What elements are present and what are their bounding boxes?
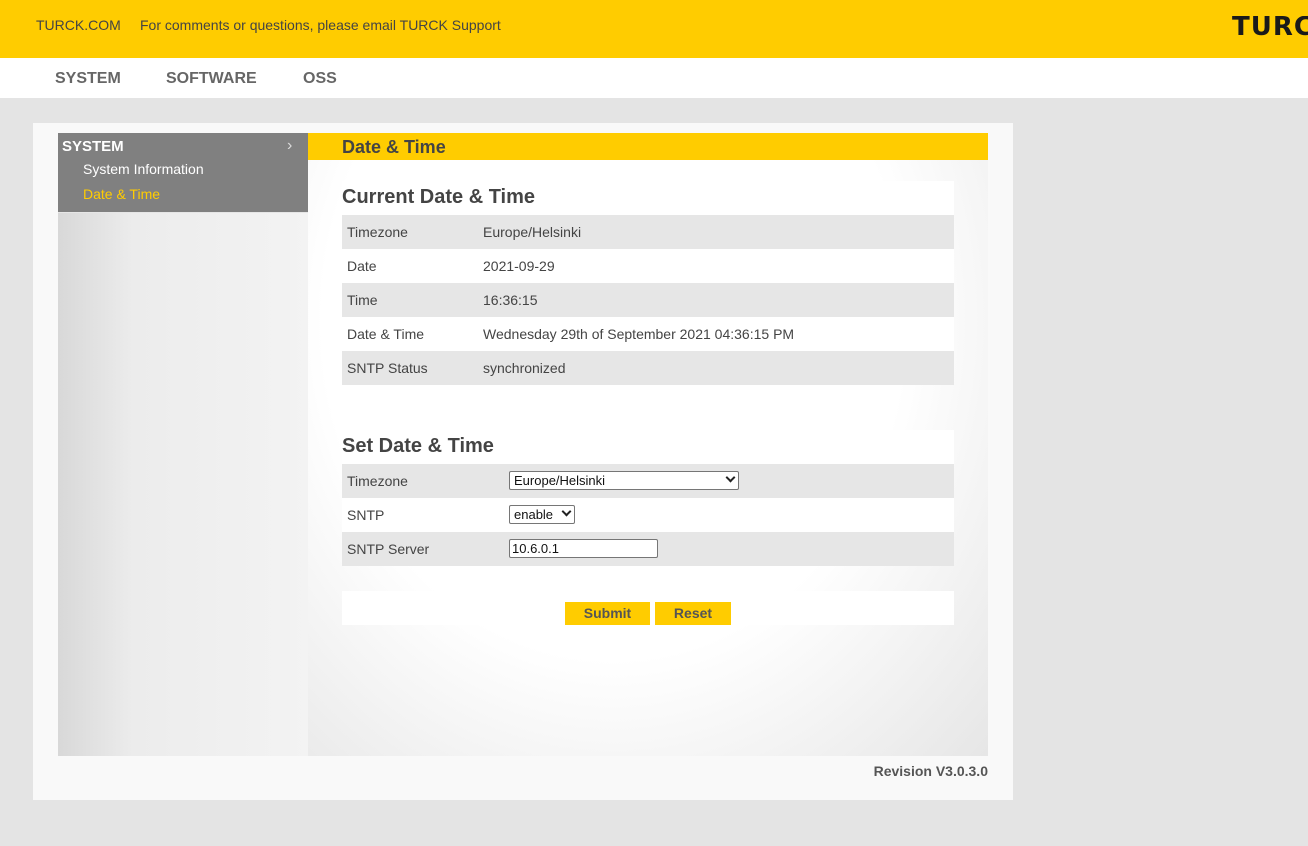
date-value: 2021-09-29 xyxy=(483,258,555,274)
sidebar-title[interactable]: SYSTEM xyxy=(62,138,124,155)
chevron-down-icon xyxy=(561,506,572,517)
datetime-value: Wednesday 29th of September 2021 04:36:1… xyxy=(483,326,795,342)
form-row: SNTP enable xyxy=(342,498,954,532)
form-row: Timezone Europe/Helsinki xyxy=(342,464,954,498)
timezone-select-value: Europe/Helsinki xyxy=(514,473,606,488)
set-datetime-panel: Set Date & Time Timezone Europe/Helsinki… xyxy=(342,430,954,566)
datetime-label: Date & Time xyxy=(347,326,425,342)
sntp-select-label: SNTP xyxy=(347,507,385,523)
info-row: Date 2021-09-29 xyxy=(342,249,954,283)
timezone-label: Timezone xyxy=(347,224,408,240)
sidebar-header: SYSTEM › System Information Date & Time xyxy=(58,133,308,213)
sntp-select-value: enable xyxy=(514,507,554,522)
sidebar: SYSTEM › System Information Date & Time xyxy=(58,133,308,756)
current-datetime-panel: Current Date & Time Timezone Europe/Hels… xyxy=(342,181,954,385)
sntp-status-value: synchronized xyxy=(483,360,566,376)
turck-com-link[interactable]: TURCK.COM xyxy=(36,17,121,33)
revision-label: Revision V3.0.3.0 xyxy=(873,763,988,779)
page-title: Date & Time xyxy=(342,137,446,157)
time-value: 16:36:15 xyxy=(483,292,538,308)
sntp-server-label: SNTP Server xyxy=(347,541,430,557)
sidebar-item-date-time[interactable]: Date & Time xyxy=(83,186,160,202)
chevron-right-icon: › xyxy=(287,137,293,154)
timezone-select-label: Timezone xyxy=(347,473,408,489)
info-row: Timezone Europe/Helsinki xyxy=(342,215,954,249)
turck-logo: TURCK xyxy=(1232,16,1308,38)
info-row: Date & Time Wednesday 29th of September … xyxy=(342,317,954,351)
sntp-select[interactable]: enable xyxy=(509,505,575,524)
time-label: Time xyxy=(347,292,378,308)
timezone-select[interactable]: Europe/Helsinki xyxy=(509,471,739,490)
nav-software[interactable]: SOFTWARE xyxy=(166,70,257,88)
date-label: Date xyxy=(347,258,377,274)
chevron-down-icon xyxy=(725,472,736,483)
info-row: Time 16:36:15 xyxy=(342,283,954,317)
content-title-bar: Date & Time xyxy=(308,133,988,160)
set-datetime-title: Set Date & Time xyxy=(342,435,494,457)
support-link[interactable]: For comments or questions, please email … xyxy=(140,17,501,33)
nav-oss[interactable]: OSS xyxy=(303,70,337,88)
sntp-server-value: 10.6.0.1 xyxy=(512,541,559,556)
form-row: SNTP Server 10.6.0.1 xyxy=(342,532,954,566)
content-area: Date & Time Current Date & Time Timezone… xyxy=(308,133,988,756)
nav-system[interactable]: SYSTEM xyxy=(55,70,121,88)
timezone-value: Europe/Helsinki xyxy=(483,224,582,240)
reset-button[interactable]: Reset xyxy=(655,602,731,625)
info-row: SNTP Status synchronized xyxy=(342,351,954,385)
sidebar-item-system-information[interactable]: System Information xyxy=(83,161,204,177)
main-nav: SYSTEM SOFTWARE OSS xyxy=(0,58,1308,98)
current-datetime-title: Current Date & Time xyxy=(342,186,536,208)
sntp-server-input[interactable]: 10.6.0.1 xyxy=(509,539,658,558)
top-bar: TURCK.COM For comments or questions, ple… xyxy=(0,0,1308,58)
sntp-status-label: SNTP Status xyxy=(347,360,428,376)
submit-button[interactable]: Submit xyxy=(565,602,650,625)
